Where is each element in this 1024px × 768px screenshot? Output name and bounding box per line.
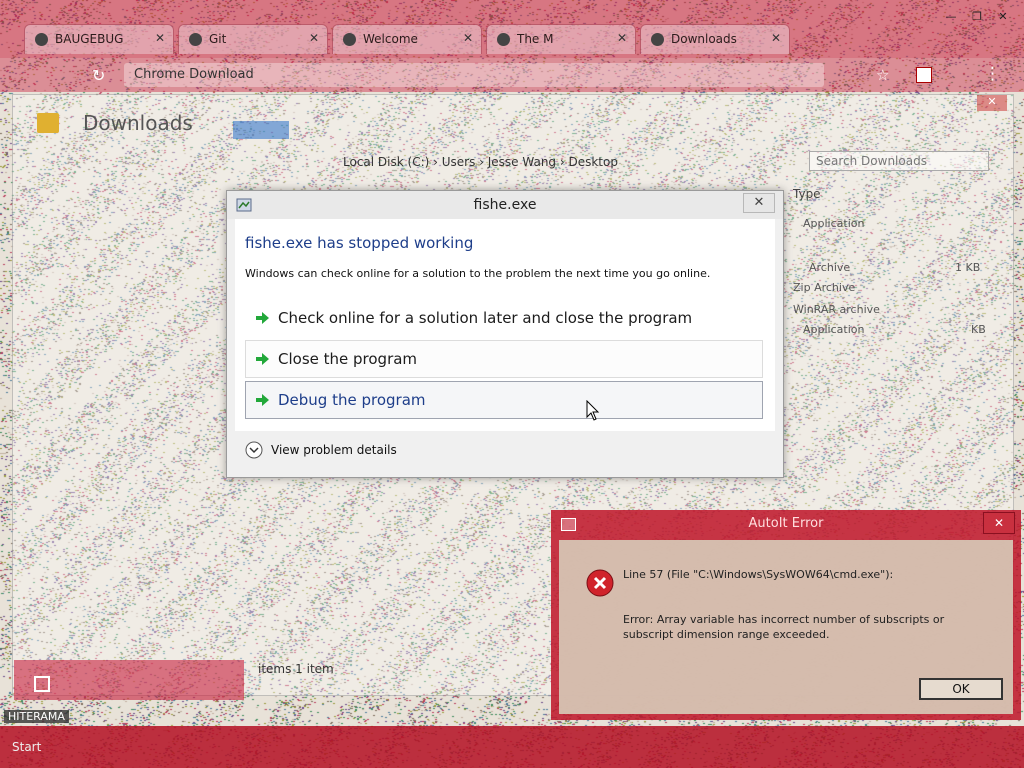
browser-tab-active[interactable]: Downloads ✕: [640, 24, 790, 54]
menu-dots-icon[interactable]: ⋮: [984, 64, 1001, 84]
tab-label: Welcome: [363, 32, 418, 46]
error-icon: [586, 569, 614, 597]
view-details-link[interactable]: View problem details: [271, 443, 397, 457]
reload-icon[interactable]: ↻: [92, 66, 105, 85]
breadcrumb[interactable]: Local Disk (C:) › Users › Jesse Wang › D…: [343, 155, 618, 169]
tab-label: BAUGEBUG: [55, 32, 124, 46]
chevron-down-icon[interactable]: [245, 441, 263, 459]
file-type-cell: Archive: [809, 261, 851, 274]
file-size-cell: 1 KB: [955, 261, 981, 274]
site-icon: [343, 33, 356, 46]
error-message: Error: Array variable has incorrect numb…: [623, 613, 945, 641]
column-header-type[interactable]: Type: [793, 187, 821, 201]
tab-close-icon[interactable]: ✕: [309, 31, 319, 45]
option-label: Check online for a solution later and cl…: [278, 309, 693, 327]
browser-tab[interactable]: Git ✕: [178, 24, 328, 54]
window-controls: — ❐ ✕: [938, 10, 1016, 23]
file-type-cell: Application: [803, 217, 865, 230]
file-type-cell: Zip Archive: [793, 281, 856, 294]
error-dialog: fishe.exe ✕ fishe.exe has stopped workin…: [226, 190, 784, 478]
window-label: HITERAMA: [4, 710, 69, 723]
browser-tab[interactable]: BAUGEBUG ✕: [24, 24, 174, 54]
taskbar-app-button[interactable]: [14, 660, 244, 700]
green-arrow-icon: [256, 312, 269, 324]
tab-close-icon[interactable]: ✕: [155, 31, 165, 45]
download-icon: [651, 33, 664, 46]
close-program-option[interactable]: Close the program: [245, 340, 763, 378]
close-button[interactable]: ✕: [990, 10, 1016, 23]
tab-label: Downloads: [671, 32, 737, 46]
ribbon-selected-tab[interactable]: [233, 121, 289, 139]
browser-tab[interactable]: Welcome ✕: [332, 24, 482, 54]
dialog-description: Windows can check online for a solution …: [245, 267, 711, 280]
explorer-close-button[interactable]: ✕: [977, 95, 1007, 111]
github-icon: [497, 33, 510, 46]
bookmark-star-icon[interactable]: ☆: [876, 66, 889, 84]
start-button[interactable]: Start: [12, 740, 41, 754]
dialog-close-button[interactable]: ✕: [743, 193, 775, 213]
extension-icon[interactable]: [916, 67, 932, 83]
error-location: Line 57 (File "C:\Windows\SysWOW64\cmd.e…: [623, 568, 894, 581]
dialog-titlebar: fishe.exe ✕: [227, 191, 783, 219]
address-bar[interactable]: Chrome Download: [124, 63, 824, 87]
window-icon: [34, 676, 50, 692]
option-label: Debug the program: [278, 391, 426, 409]
green-arrow-icon: [256, 394, 269, 406]
file-type-cell: WinRAR archive: [793, 303, 880, 316]
browser-toolbar: ↻ Chrome Download ☆ ⋮: [0, 58, 1024, 92]
tab-close-icon[interactable]: ✕: [463, 31, 473, 45]
chrome-icon: [35, 33, 48, 46]
dialog-heading: fishe.exe has stopped working: [245, 234, 474, 252]
tab-close-icon[interactable]: ✕: [771, 31, 781, 45]
dialog-title: fishe.exe: [473, 197, 537, 213]
autoit-error-window: AutoIt Error ✕ Line 57 (File "C:\Windows…: [551, 510, 1021, 720]
file-type-cell: Application: [803, 323, 865, 336]
dialog-body: fishe.exe has stopped working Windows ca…: [235, 219, 775, 431]
file-size-cell: KB: [971, 323, 986, 336]
mouse-cursor-icon: [586, 400, 600, 421]
autoit-close-button[interactable]: ✕: [983, 512, 1015, 534]
green-arrow-icon: [256, 353, 269, 365]
explorer-status: items 1 item: [258, 662, 334, 676]
dialog-footer: View problem details: [235, 431, 775, 475]
search-input[interactable]: Search Downloads: [809, 151, 989, 171]
check-online-option[interactable]: Check online for a solution later and cl…: [245, 299, 763, 337]
browser-tab[interactable]: The M ✕: [486, 24, 636, 54]
minimize-button[interactable]: —: [938, 10, 964, 23]
taskbar: Start: [0, 726, 1024, 768]
autoit-title: AutoIt Error: [748, 516, 824, 531]
github-icon: [189, 33, 202, 46]
tab-label: Git: [209, 32, 227, 46]
option-label: Close the program: [278, 350, 418, 368]
folder-icon: [37, 113, 59, 133]
autoit-body: Line 57 (File "C:\Windows\SysWOW64\cmd.e…: [559, 540, 1013, 714]
explorer-title: Downloads: [83, 111, 193, 135]
tab-label: The M: [517, 32, 554, 46]
tab-close-icon[interactable]: ✕: [617, 31, 627, 45]
maximize-button[interactable]: ❐: [964, 10, 990, 23]
browser-tab-bar: BAUGEBUG ✕ Git ✕ Welcome ✕ The M ✕ Downl…: [0, 0, 1024, 58]
debug-program-option[interactable]: Debug the program: [245, 381, 763, 419]
ok-button[interactable]: OK: [919, 678, 1003, 700]
